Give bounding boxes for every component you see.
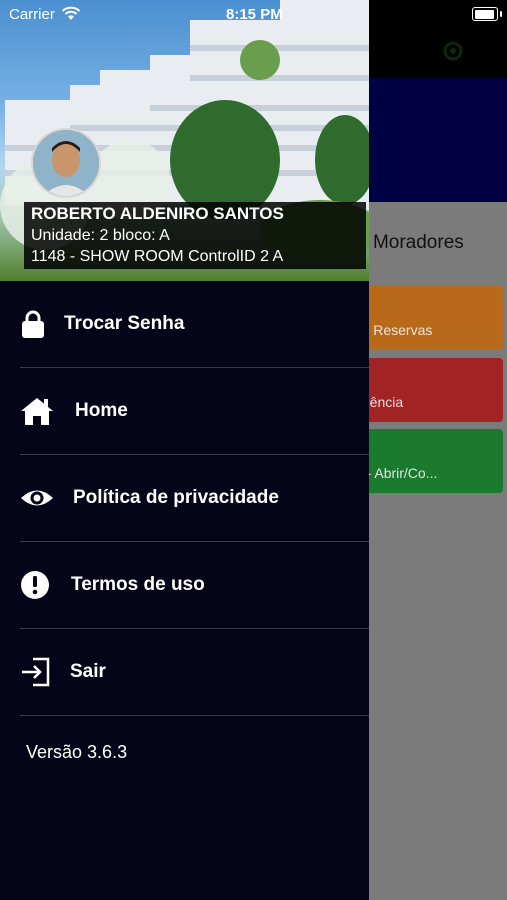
app-version: Versão 3.6.3 (26, 742, 128, 762)
menu-item-label: Trocar Senha (64, 313, 185, 334)
user-unit: Unidade: 2 bloco: A (31, 227, 170, 244)
user-photo (33, 130, 99, 196)
menu-item-logout[interactable]: Sair (0, 629, 369, 715)
battery-icon (472, 7, 502, 21)
menu-divider (20, 715, 369, 716)
exclamation-circle-icon (21, 571, 49, 599)
carrier-label: Carrier (9, 6, 55, 23)
menu-item-label: Termos de uso (71, 574, 205, 595)
status-bar: Carrier 8:15 PM (0, 0, 507, 28)
menu-item-label: Política de privacidade (73, 487, 279, 508)
wifi-icon (61, 6, 81, 20)
menu-item-label: Sair (70, 661, 106, 682)
settings-icon[interactable] (440, 38, 466, 64)
menu-item-home[interactable]: Home (0, 368, 369, 454)
menu-item-label: Home (75, 400, 128, 421)
navigation-drawer: ROBERTO ALDENIRO SANTOS Unidade: 2 bloco… (0, 0, 369, 900)
user-name: ROBERTO ALDENIRO SANTOS (31, 204, 284, 223)
menu-item-change-password[interactable]: Trocar Senha (0, 281, 369, 367)
user-condominium: 1148 - SHOW ROOM ControlID 2 A (31, 248, 284, 265)
menu-item-privacy-policy[interactable]: Política de privacidade (0, 455, 369, 541)
logout-icon (22, 657, 50, 687)
drawer-header-image: ROBERTO ALDENIRO SANTOS Unidade: 2 bloco… (0, 0, 369, 281)
menu-item-terms-of-use[interactable]: Termos de uso (0, 542, 369, 628)
eye-icon (21, 490, 53, 506)
lock-icon (22, 310, 44, 338)
avatar[interactable] (31, 128, 101, 198)
home-icon (21, 398, 53, 425)
clock: 8:15 PM (226, 6, 283, 23)
